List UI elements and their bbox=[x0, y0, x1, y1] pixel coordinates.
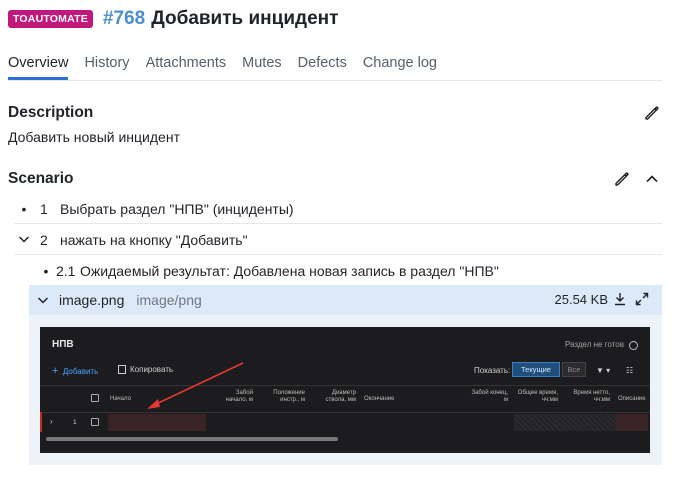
attachment-type: image/png bbox=[136, 292, 202, 308]
tab-history[interactable]: History bbox=[84, 54, 129, 80]
step-divider bbox=[14, 223, 662, 224]
chevron-down-icon bbox=[37, 297, 49, 304]
step-divider bbox=[14, 254, 662, 255]
tab-mutes[interactable]: Mutes bbox=[242, 54, 282, 80]
bullet: • bbox=[21, 201, 27, 217]
pencil-icon bbox=[615, 172, 629, 186]
arrow-shaft bbox=[151, 362, 244, 407]
edit-description-button[interactable] bbox=[643, 104, 661, 122]
bullet: • bbox=[43, 263, 49, 279]
tab-bar: Overview History Attachments Mutes Defec… bbox=[8, 54, 453, 80]
status-badge: TOAUTOMATE bbox=[8, 10, 93, 28]
tab-overview[interactable]: Overview bbox=[8, 54, 69, 80]
attachment-header[interactable]: image.png image/png 25.54 KB bbox=[29, 285, 662, 315]
scenario-substep: • 2.1 Ожидаемый результат: Добавлена нов… bbox=[36, 256, 662, 286]
tabs-divider bbox=[8, 80, 662, 81]
edit-scenario-button[interactable] bbox=[613, 170, 631, 188]
step-text: нажать на кнопку "Добавить" bbox=[60, 232, 248, 248]
step-number: 2 bbox=[40, 232, 48, 248]
step-number: 2.1 bbox=[56, 263, 76, 279]
download-button[interactable] bbox=[612, 291, 628, 307]
arrow-head-icon bbox=[147, 399, 160, 409]
tab-attachments[interactable]: Attachments bbox=[146, 54, 227, 80]
download-icon bbox=[615, 293, 625, 306]
collapse-attachment-button[interactable] bbox=[37, 294, 49, 306]
chevron-up-icon bbox=[646, 175, 658, 183]
scenario-step: 2 нажать на кнопку "Добавить" bbox=[14, 225, 662, 255]
expand-step-button[interactable] bbox=[14, 232, 34, 248]
scenario-title: Scenario bbox=[8, 170, 74, 187]
issue-id: #768 bbox=[102, 8, 146, 29]
pencil-icon bbox=[645, 106, 659, 120]
issue-header: TOAUTOMATE #768 Добавить инцидент bbox=[8, 6, 338, 32]
tab-defects[interactable]: Defects bbox=[298, 54, 347, 80]
expand-icon bbox=[635, 292, 649, 306]
attachment-name: image.png bbox=[59, 292, 125, 308]
collapse-scenario-button[interactable] bbox=[643, 170, 661, 188]
attachment-image[interactable]: НПВ Раздел не готов + Добавить Копироват… bbox=[40, 327, 650, 453]
description-text: Добавить новый инцидент bbox=[8, 129, 180, 145]
page-title: Добавить инцидент bbox=[151, 8, 339, 29]
step-number: 1 bbox=[40, 201, 48, 217]
annotation-arrow bbox=[147, 362, 244, 409]
step-text: Ожидаемый результат: Добавлена новая зап… bbox=[80, 263, 499, 279]
description-title: Description bbox=[8, 104, 94, 121]
scenario-step: • 1 Выбрать раздел "НПВ" (инциденты) bbox=[14, 194, 662, 224]
expand-fullscreen-button[interactable] bbox=[634, 291, 650, 307]
step-text: Выбрать раздел "НПВ" (инциденты) bbox=[60, 201, 294, 217]
chevron-down-icon bbox=[18, 236, 30, 243]
tab-change-log[interactable]: Change log bbox=[363, 54, 437, 80]
attachment-size: 25.54 KB bbox=[554, 292, 609, 307]
